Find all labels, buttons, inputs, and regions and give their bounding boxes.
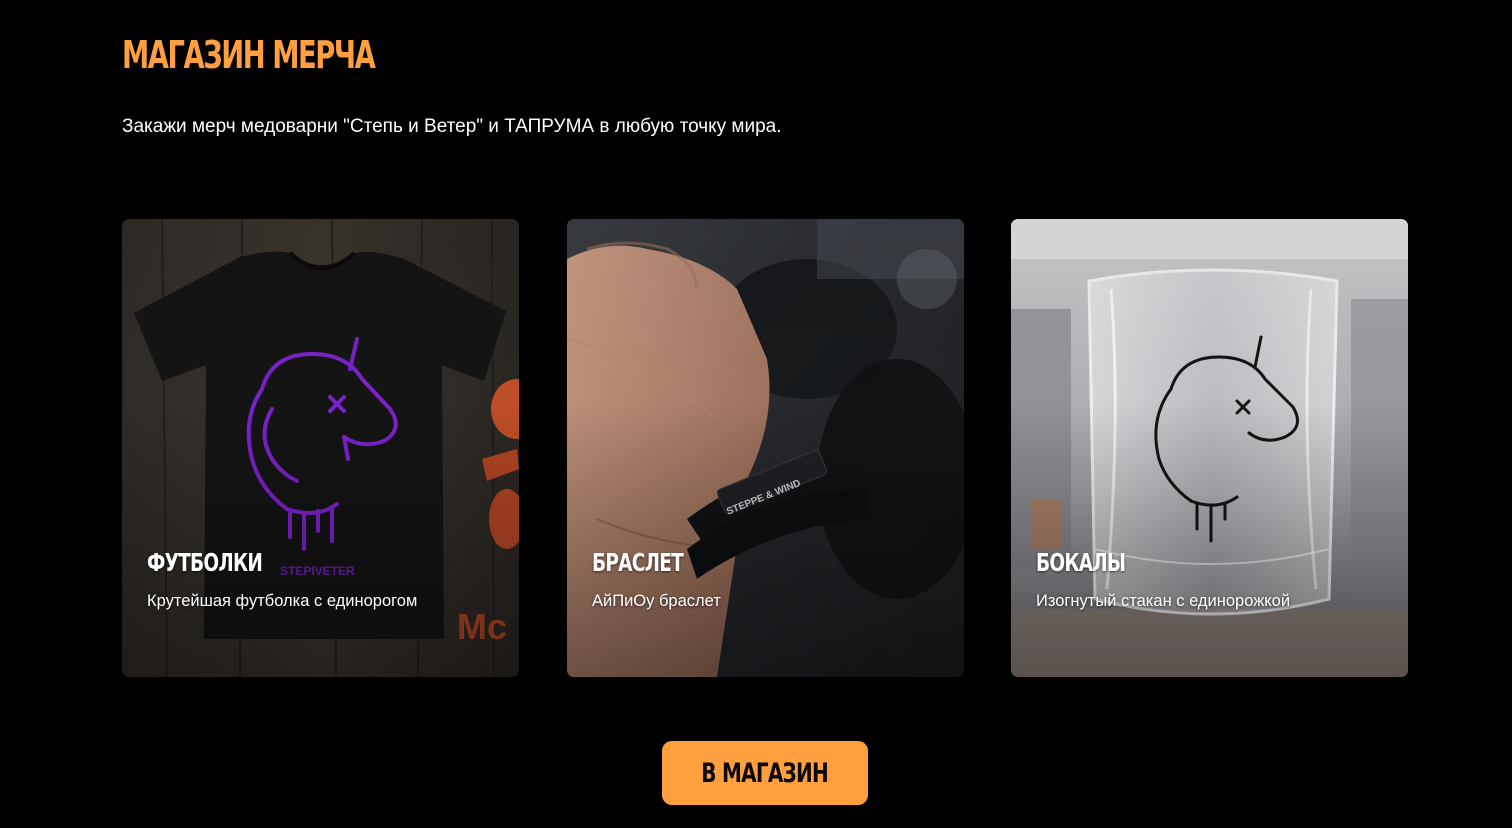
card-description: Крутейшая футболка с единорогом: [147, 592, 418, 610]
section-lead: Закажи мерч медоварни "Степь и Ветер" и …: [122, 116, 782, 137]
merch-card-glasses[interactable]: БОКАЛЫ Изогнутый стакан с единорожкой: [1011, 219, 1408, 677]
card-description: АйПиОу браслет: [592, 592, 721, 610]
card-description: Изогнутый стакан с единорожкой: [1036, 592, 1291, 610]
card-title: БРАСЛЕТ: [592, 548, 684, 577]
go-to-shop-button[interactable]: В МАГАЗИН: [662, 741, 868, 805]
card-title: БОКАЛЫ: [1036, 548, 1126, 577]
card-title: ФУТБОЛКИ: [147, 548, 263, 577]
shop-button-label: В МАГАЗИН: [701, 757, 829, 789]
merch-card-tshirts[interactable]: Mc STEPIVETER ФУТБОЛКИ Крутейшая футболк…: [122, 219, 519, 677]
merch-card-bracelet[interactable]: STEPPE & WIND БРАСЛЕТ АйПиОу браслет: [567, 219, 964, 677]
section-title: МАГАЗИН МЕРЧА: [122, 33, 376, 77]
